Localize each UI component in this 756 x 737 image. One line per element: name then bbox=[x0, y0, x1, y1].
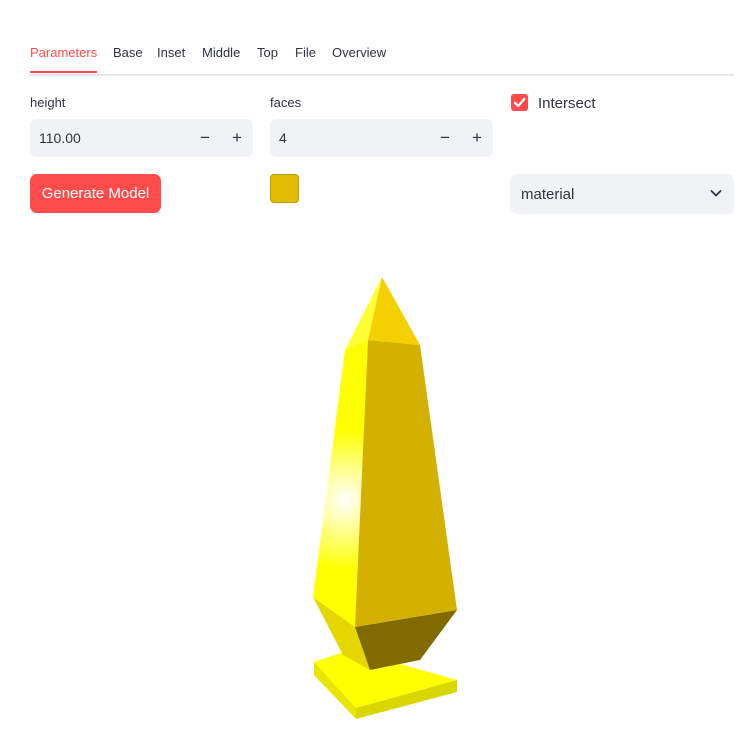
tab-inset[interactable]: Inset bbox=[157, 45, 185, 60]
faces-number-input[interactable]: 4 − + bbox=[270, 119, 493, 157]
faces-decrement-button[interactable]: − bbox=[429, 119, 461, 157]
tab-top[interactable]: Top bbox=[257, 45, 278, 60]
checkmark-icon bbox=[513, 97, 526, 108]
model-viewer[interactable] bbox=[230, 250, 530, 737]
tab-middle[interactable]: Middle bbox=[202, 45, 240, 60]
chevron-down-icon bbox=[710, 190, 722, 197]
faces-label: faces bbox=[270, 95, 302, 110]
height-label: height bbox=[30, 95, 66, 110]
active-tab-indicator bbox=[30, 71, 97, 73]
intersect-checkbox[interactable] bbox=[511, 94, 528, 111]
obelisk-model bbox=[313, 277, 457, 719]
tab-base[interactable]: Base bbox=[113, 45, 143, 60]
faces-value[interactable]: 4 bbox=[279, 130, 287, 146]
height-value[interactable]: 110.00 bbox=[39, 130, 81, 146]
intersect-label[interactable]: Intersect bbox=[538, 95, 596, 112]
material-select[interactable]: material bbox=[510, 174, 734, 214]
height-increment-button[interactable]: + bbox=[221, 119, 253, 157]
material-select-value: material bbox=[521, 186, 575, 203]
tab-overview[interactable]: Overview bbox=[332, 45, 386, 60]
height-decrement-button[interactable]: − bbox=[189, 119, 221, 157]
color-picker-swatch[interactable] bbox=[270, 174, 299, 203]
tab-parameters[interactable]: Parameters bbox=[30, 45, 97, 60]
tab-bar: Parameters Base Inset Middle Top File Ov… bbox=[30, 36, 734, 76]
height-number-input[interactable]: 110.00 − + bbox=[30, 119, 253, 157]
tab-file[interactable]: File bbox=[295, 45, 316, 60]
generate-model-button[interactable]: Generate Model bbox=[30, 174, 161, 213]
faces-increment-button[interactable]: + bbox=[461, 119, 493, 157]
